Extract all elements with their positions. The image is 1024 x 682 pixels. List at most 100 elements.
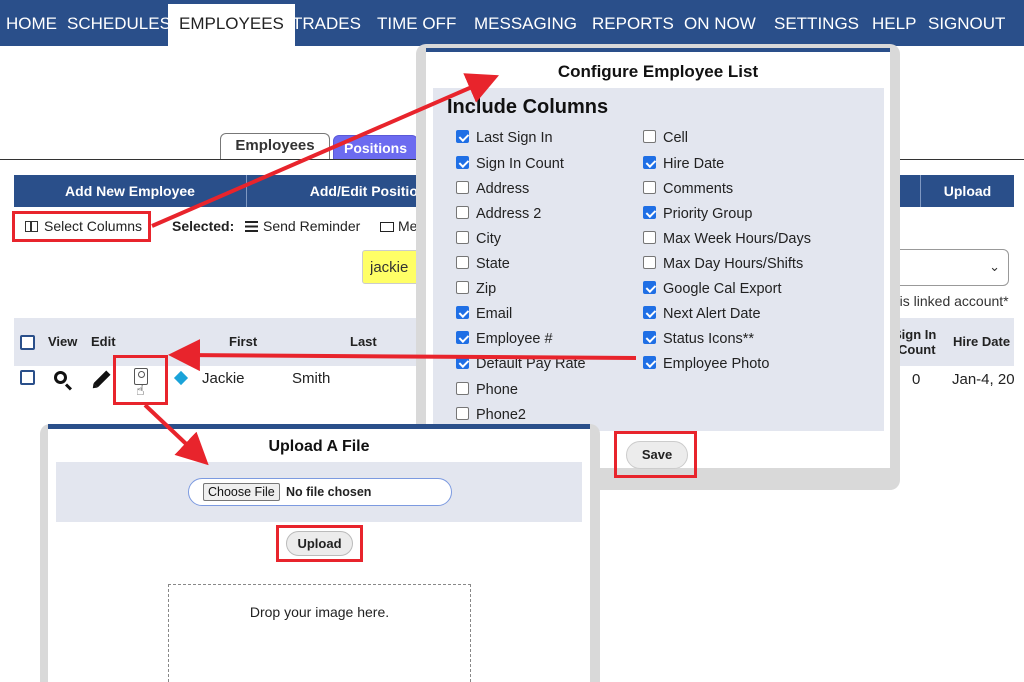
envelope-icon <box>380 222 394 232</box>
nav-schedules[interactable]: SCHEDULES <box>67 0 171 46</box>
option-label: Google Cal Export <box>663 281 782 297</box>
nav-signout[interactable]: SIGNOUT <box>928 0 1005 46</box>
option-label: Comments <box>663 181 734 197</box>
image-drop-zone[interactable]: Drop your image here. <box>168 584 471 682</box>
option-next-alert-date[interactable]: Next Alert Date <box>643 305 761 323</box>
checkbox[interactable] <box>456 130 469 143</box>
option-sign-in-count[interactable]: Sign In Count <box>456 155 564 173</box>
option-priority-group[interactable]: Priority Group <box>643 205 752 223</box>
checkbox[interactable] <box>643 130 656 143</box>
option-hire-date[interactable]: Hire Date <box>643 155 724 173</box>
checkbox[interactable] <box>456 306 469 319</box>
search-input[interactable] <box>362 250 422 284</box>
option-phone2[interactable]: Phone2 <box>456 406 526 424</box>
checkbox[interactable] <box>643 206 656 219</box>
col-first[interactable]: First <box>229 334 257 349</box>
checkbox[interactable] <box>643 156 656 169</box>
option-max-day-hours[interactable]: Max Day Hours/Shifts <box>643 255 803 273</box>
file-picker-panel: Choose File No file chosen <box>56 462 582 522</box>
option-last-sign-in[interactable]: Last Sign In <box>456 129 553 147</box>
checkbox[interactable] <box>456 331 469 344</box>
pointer-hand-icon: ☝ <box>136 382 145 398</box>
view-magnifier-icon[interactable] <box>54 371 67 384</box>
checkbox[interactable] <box>456 156 469 169</box>
nav-help[interactable]: HELP <box>872 0 916 46</box>
option-max-week-hours[interactable]: Max Week Hours/Days <box>643 230 811 248</box>
checkbox[interactable] <box>643 331 656 344</box>
upload-action-button[interactable]: Upload <box>921 175 1014 207</box>
option-employee-number[interactable]: Employee # <box>456 330 553 348</box>
file-input[interactable]: Choose File No file chosen <box>188 478 452 506</box>
checkbox[interactable] <box>456 356 469 369</box>
checkbox[interactable] <box>643 256 656 269</box>
nav-trades[interactable]: TRADES <box>292 0 361 46</box>
option-label: Phone2 <box>476 407 526 423</box>
nav-reports[interactable]: REPORTS <box>592 0 674 46</box>
option-label: Status Icons** <box>663 331 755 347</box>
option-label: Zip <box>476 281 497 297</box>
send-reminder-button[interactable]: Send Reminder <box>245 218 360 234</box>
col-sign-in-count-line2[interactable]: Count <box>898 342 936 357</box>
employee-photo-cell[interactable]: ☝ <box>113 355 168 405</box>
include-columns-panel: Include Columns Last Sign In Sign In Cou… <box>433 88 884 431</box>
checkbox[interactable] <box>456 281 469 294</box>
cell-last-name: Smith <box>292 370 331 387</box>
select-all-checkbox[interactable] <box>20 335 35 350</box>
option-address[interactable]: Address <box>456 180 529 198</box>
option-comments[interactable]: Comments <box>643 180 733 198</box>
option-label: Cell <box>663 130 688 146</box>
nav-settings[interactable]: SETTINGS <box>774 0 859 46</box>
checkbox[interactable] <box>643 356 656 369</box>
upload-button[interactable]: Upload <box>286 531 353 556</box>
option-state[interactable]: State <box>456 255 510 273</box>
top-nav: HOME SCHEDULES EMPLOYEES TRADES TIME OFF… <box>0 0 1024 46</box>
checkbox[interactable] <box>643 281 656 294</box>
tab-employees[interactable]: Employees <box>220 133 330 160</box>
option-city[interactable]: City <box>456 230 501 248</box>
nav-time-off[interactable]: TIME OFF <box>377 0 456 46</box>
option-label: Next Alert Date <box>663 306 761 322</box>
option-google-cal-export[interactable]: Google Cal Export <box>643 280 781 298</box>
save-button[interactable]: Save <box>626 441 688 469</box>
nav-messaging[interactable]: MESSAGING <box>474 0 577 46</box>
select-columns-button[interactable]: Select Columns <box>12 211 151 242</box>
option-zip[interactable]: Zip <box>456 280 496 298</box>
cell-hire-date: Jan-4, 20 <box>952 371 1015 388</box>
option-address-2[interactable]: Address 2 <box>456 205 541 223</box>
option-status-icons[interactable]: Status Icons** <box>643 330 754 348</box>
nav-home[interactable]: HOME <box>6 0 57 46</box>
checkbox[interactable] <box>456 256 469 269</box>
option-label: Address 2 <box>476 206 542 222</box>
option-employee-photo[interactable]: Employee Photo <box>643 355 769 373</box>
checkbox[interactable] <box>456 206 469 219</box>
tab-positions[interactable]: Positions <box>333 135 418 160</box>
col-view[interactable]: View <box>48 334 77 349</box>
row-checkbox[interactable] <box>20 370 35 385</box>
option-label: Employee Photo <box>663 356 770 372</box>
checkbox[interactable] <box>643 231 656 244</box>
option-label: Employee # <box>476 331 553 347</box>
col-last[interactable]: Last <box>350 334 377 349</box>
checkbox[interactable] <box>643 306 656 319</box>
nav-employees[interactable]: EMPLOYEES <box>168 0 295 46</box>
option-email[interactable]: Email <box>456 305 512 323</box>
option-label: Priority Group <box>663 206 753 222</box>
choose-file-button[interactable]: Choose File <box>203 483 280 501</box>
col-edit[interactable]: Edit <box>91 334 116 349</box>
configure-employee-list-modal: Configure Employee List Include Columns … <box>426 48 890 468</box>
add-new-employee-button[interactable]: Add New Employee <box>14 175 246 207</box>
checkbox[interactable] <box>456 181 469 194</box>
checkbox[interactable] <box>456 382 469 395</box>
option-default-pay-rate[interactable]: Default Pay Rate <box>456 355 586 373</box>
nav-on-now[interactable]: ON NOW <box>684 0 756 46</box>
option-phone[interactable]: Phone <box>456 381 518 399</box>
checkbox[interactable] <box>643 181 656 194</box>
option-label: City <box>476 231 501 247</box>
col-hire-date[interactable]: Hire Date <box>953 334 1010 349</box>
option-cell[interactable]: Cell <box>643 129 688 147</box>
linked-account-note: this linked account* <box>888 293 1009 309</box>
checkbox[interactable] <box>456 407 469 420</box>
option-label: Address <box>476 181 530 197</box>
cell-first-name: Jackie <box>202 370 245 387</box>
checkbox[interactable] <box>456 231 469 244</box>
